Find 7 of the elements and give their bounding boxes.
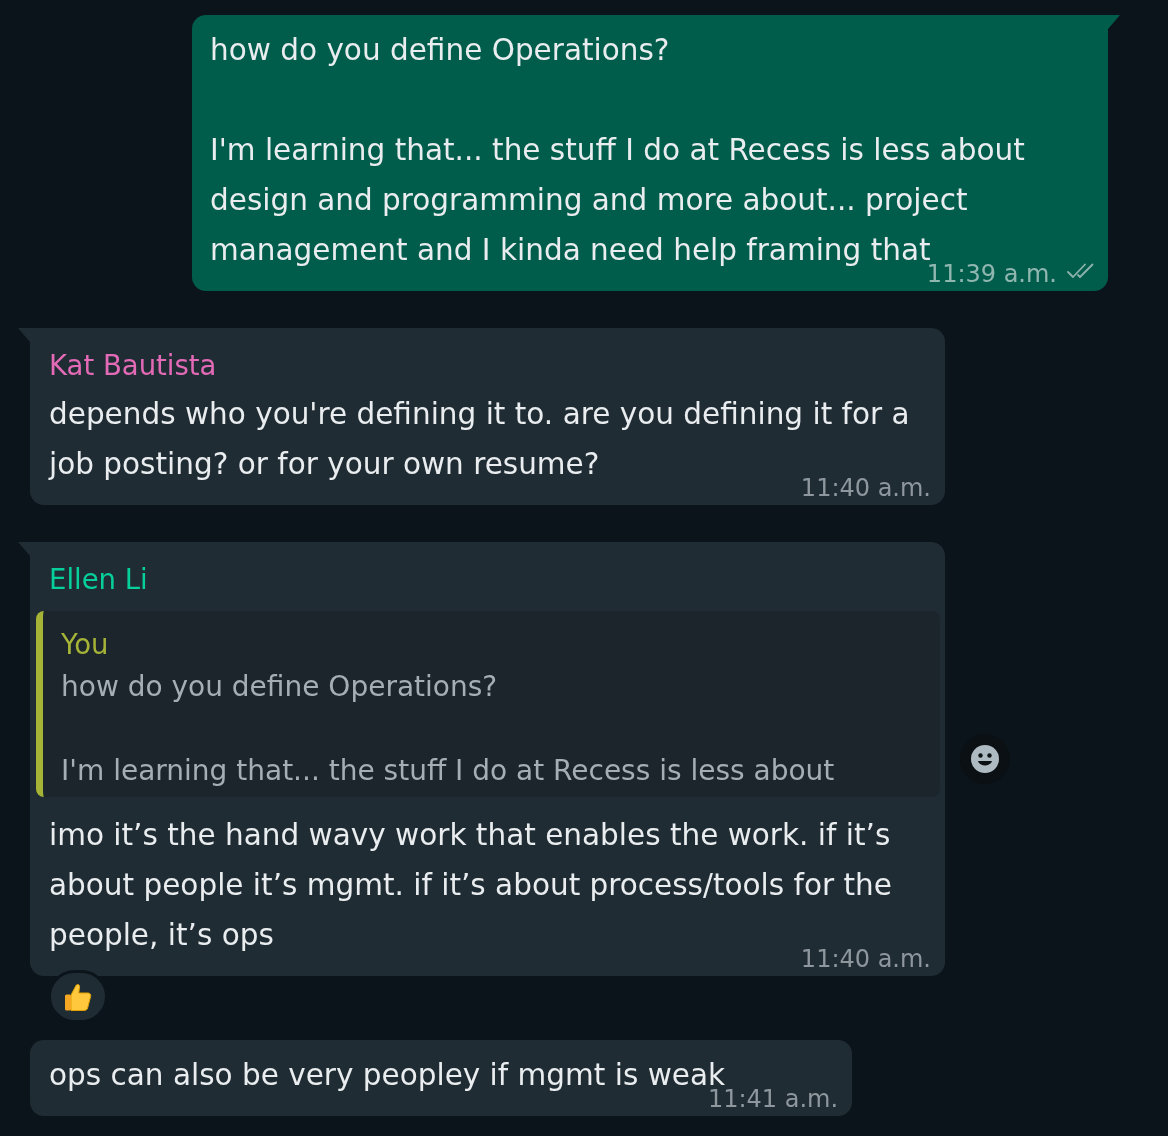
smiley-icon: [970, 744, 1000, 774]
sender-name: Ellen Li: [49, 562, 149, 597]
emoji-button[interactable]: [960, 734, 1010, 784]
quoted-message[interactable]: You how do you define Operations? I'm learning that... the stuff I do at Recess is less about: [36, 611, 940, 797]
sender-name: Kat Bautista: [49, 348, 218, 383]
quote-author: You: [61, 627, 110, 662]
quote-text: how do you define Operations? I'm learning that... the stuff I do at Recess is less about: [61, 669, 836, 789]
